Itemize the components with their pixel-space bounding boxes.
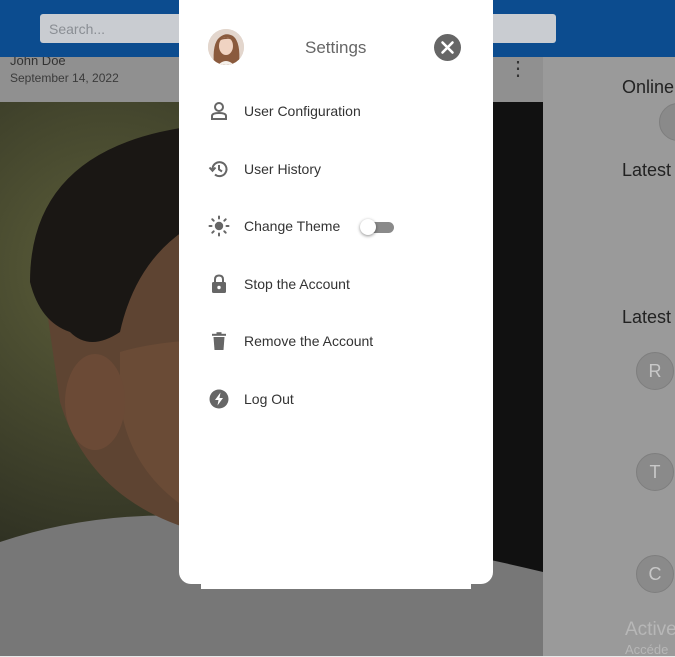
- avatar[interactable]: T: [636, 453, 674, 491]
- avatar[interactable]: R: [636, 352, 674, 390]
- online-title: Online: [622, 77, 675, 97]
- menu-item-label: Stop the Account: [244, 276, 350, 292]
- menu-item-label: User History: [244, 161, 322, 177]
- post-date: September 14, 2022: [10, 71, 119, 85]
- right-sidebar: Online Latest Latest R T C Active Accéde: [543, 57, 675, 657]
- settings-title: Settings: [305, 38, 367, 57]
- modal-bottom-edge: [201, 580, 471, 589]
- active-subtitle: Accéde: [625, 642, 669, 657]
- avatar[interactable]: C: [636, 555, 674, 593]
- close-glyph: [441, 41, 454, 54]
- bolt-icon: [208, 388, 230, 410]
- profile-photo: [208, 29, 244, 65]
- lock-icon: [208, 273, 230, 295]
- brightness-icon: [208, 215, 230, 237]
- menu-item-label: User Configuration: [244, 103, 361, 119]
- menu-item-label: Log Out: [244, 391, 294, 407]
- menu-item-change-theme[interactable]: Change Theme: [208, 211, 468, 241]
- latest-title-1: Latest: [622, 160, 672, 180]
- user-icon: [208, 100, 230, 122]
- more-vert-icon[interactable]: ⋮: [508, 59, 528, 79]
- post-author: John Doe: [10, 57, 66, 68]
- toggle-knob[interactable]: [360, 219, 376, 235]
- menu-item-stop-account[interactable]: Stop the Account: [208, 269, 468, 299]
- menu-item-label: Change Theme: [244, 218, 341, 234]
- settings-modal: Settings User Configuration User History: [179, 0, 493, 584]
- avatar[interactable]: [208, 29, 244, 65]
- menu-item-label: Remove the Account: [244, 333, 374, 349]
- trash-icon: [208, 330, 230, 352]
- avatar[interactable]: [659, 103, 675, 141]
- menu-item-remove-account[interactable]: Remove the Account: [208, 326, 468, 356]
- history-icon: [208, 158, 230, 180]
- menu-item-user-history[interactable]: User History: [208, 154, 468, 184]
- latest-title-2: Latest: [622, 307, 672, 327]
- close-icon[interactable]: [434, 34, 461, 61]
- menu-item-user-configuration[interactable]: User Configuration: [208, 96, 468, 126]
- active-title: Active: [625, 619, 675, 640]
- menu-item-log-out[interactable]: Log Out: [208, 384, 468, 414]
- theme-toggle[interactable]: [360, 219, 394, 236]
